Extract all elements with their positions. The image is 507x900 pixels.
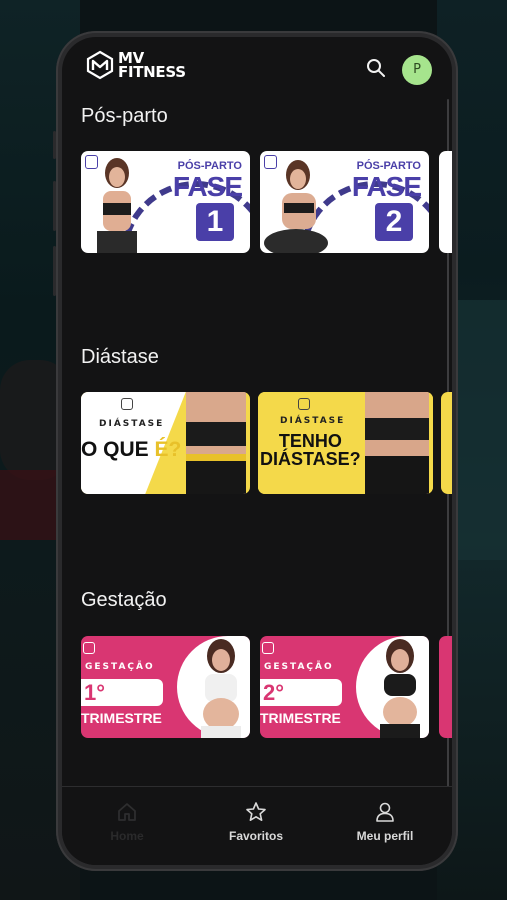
phone-side-button bbox=[53, 131, 56, 159]
nav-item-favoritos[interactable]: Favoritos bbox=[206, 801, 306, 843]
home-icon bbox=[118, 803, 136, 821]
nav-label: Meu perfil bbox=[356, 829, 414, 843]
card-title: TENHO DIÁSTASE? bbox=[260, 432, 361, 468]
star-icon bbox=[246, 802, 266, 821]
nav-label: Favoritos bbox=[228, 829, 283, 843]
card-number: 1 bbox=[196, 203, 234, 241]
carousel-gestacao[interactable]: GESTAÇÃO 1° TRIMESTRE GESTAÇÃO 2° TRIMES… bbox=[81, 636, 452, 738]
card-title: FASE bbox=[172, 171, 243, 202]
app-logo[interactable]: MV FITNESS bbox=[85, 50, 186, 80]
video-card-partial[interactable] bbox=[441, 392, 452, 494]
card-title: O QUE É? bbox=[81, 438, 181, 462]
brand-badge-icon bbox=[264, 155, 277, 169]
card-kicker: GESTAÇÃO bbox=[85, 662, 155, 672]
card-title-line2: DIÁSTASE? bbox=[260, 449, 361, 469]
brand-badge-icon bbox=[262, 642, 274, 654]
video-card-partial[interactable] bbox=[439, 151, 452, 253]
avatar[interactable]: P bbox=[402, 55, 432, 85]
card-photo bbox=[186, 392, 246, 494]
card-subtitle: TRIMESTRE bbox=[81, 710, 162, 726]
phone-side-button bbox=[53, 246, 56, 296]
card-number-pill: 2° bbox=[260, 679, 342, 706]
app-screen: MV FITNESS P Pós-parto PÓS-PARTO FASE 1 … bbox=[62, 37, 452, 865]
app-header: MV FITNESS P bbox=[62, 37, 452, 99]
card-number: 2° bbox=[263, 680, 285, 705]
card-photo bbox=[365, 392, 429, 494]
nav-item-home[interactable]: Home bbox=[77, 801, 177, 843]
brand-badge-icon bbox=[121, 398, 133, 410]
video-card[interactable]: DIÁSTASE TENHO DIÁSTASE? bbox=[258, 392, 433, 494]
video-card[interactable]: GESTAÇÃO 2° TRIMESTRE bbox=[260, 636, 429, 738]
card-title-highlight: É? bbox=[154, 438, 182, 461]
bottom-navigation: Home Favoritos Meu perfil bbox=[62, 786, 452, 865]
carousel-diastase[interactable]: DIÁSTASE O QUE É? DIÁSTASE TENHO DIÁSTAS… bbox=[81, 392, 452, 494]
card-number: 1° bbox=[84, 680, 106, 705]
nav-item-meu-perfil[interactable]: Meu perfil bbox=[335, 801, 435, 843]
card-kicker: DIÁSTASE bbox=[280, 416, 346, 426]
phone-side-button bbox=[53, 181, 56, 231]
nav-label: Home bbox=[110, 829, 144, 843]
section-title-pos-parto: Pós-parto bbox=[81, 105, 168, 127]
phone-frame: MV FITNESS P Pós-parto PÓS-PARTO FASE 1 … bbox=[53, 31, 458, 871]
card-title-part: O QUE bbox=[81, 438, 155, 461]
brand-badge-icon bbox=[83, 642, 95, 654]
video-card-partial[interactable] bbox=[439, 636, 452, 738]
logo-mark-icon bbox=[86, 50, 114, 80]
video-card[interactable]: DIÁSTASE O QUE É? bbox=[81, 392, 250, 494]
section-title-diastase: Diástase bbox=[81, 346, 159, 368]
card-number: 2 bbox=[375, 203, 413, 241]
card-kicker: DIÁSTASE bbox=[99, 419, 165, 429]
card-title: FASE bbox=[351, 171, 422, 202]
card-number-pill: 1° bbox=[81, 679, 163, 706]
card-kicker: GESTAÇÃO bbox=[264, 662, 334, 672]
card-photo bbox=[380, 639, 420, 738]
user-icon bbox=[376, 802, 394, 822]
card-subtitle: TRIMESTRE bbox=[260, 710, 341, 726]
brand-badge-icon bbox=[85, 155, 98, 169]
section-title-gestacao: Gestação bbox=[81, 589, 167, 611]
card-title-line1: TENHO bbox=[278, 431, 342, 451]
logo-line2: FITNESS bbox=[118, 63, 186, 81]
video-card[interactable]: PÓS-PARTO FASE 1 bbox=[81, 151, 250, 253]
logo-text: MV FITNESS bbox=[118, 51, 186, 81]
video-card[interactable]: GESTAÇÃO 1° TRIMESTRE bbox=[81, 636, 250, 738]
search-icon[interactable] bbox=[365, 57, 387, 79]
brand-badge-icon bbox=[298, 398, 310, 410]
carousel-pos-parto[interactable]: PÓS-PARTO FASE 1 PÓS-PARTO FASE 2 bbox=[81, 151, 452, 253]
video-card[interactable]: PÓS-PARTO FASE 2 bbox=[260, 151, 429, 253]
card-photo bbox=[201, 639, 241, 738]
